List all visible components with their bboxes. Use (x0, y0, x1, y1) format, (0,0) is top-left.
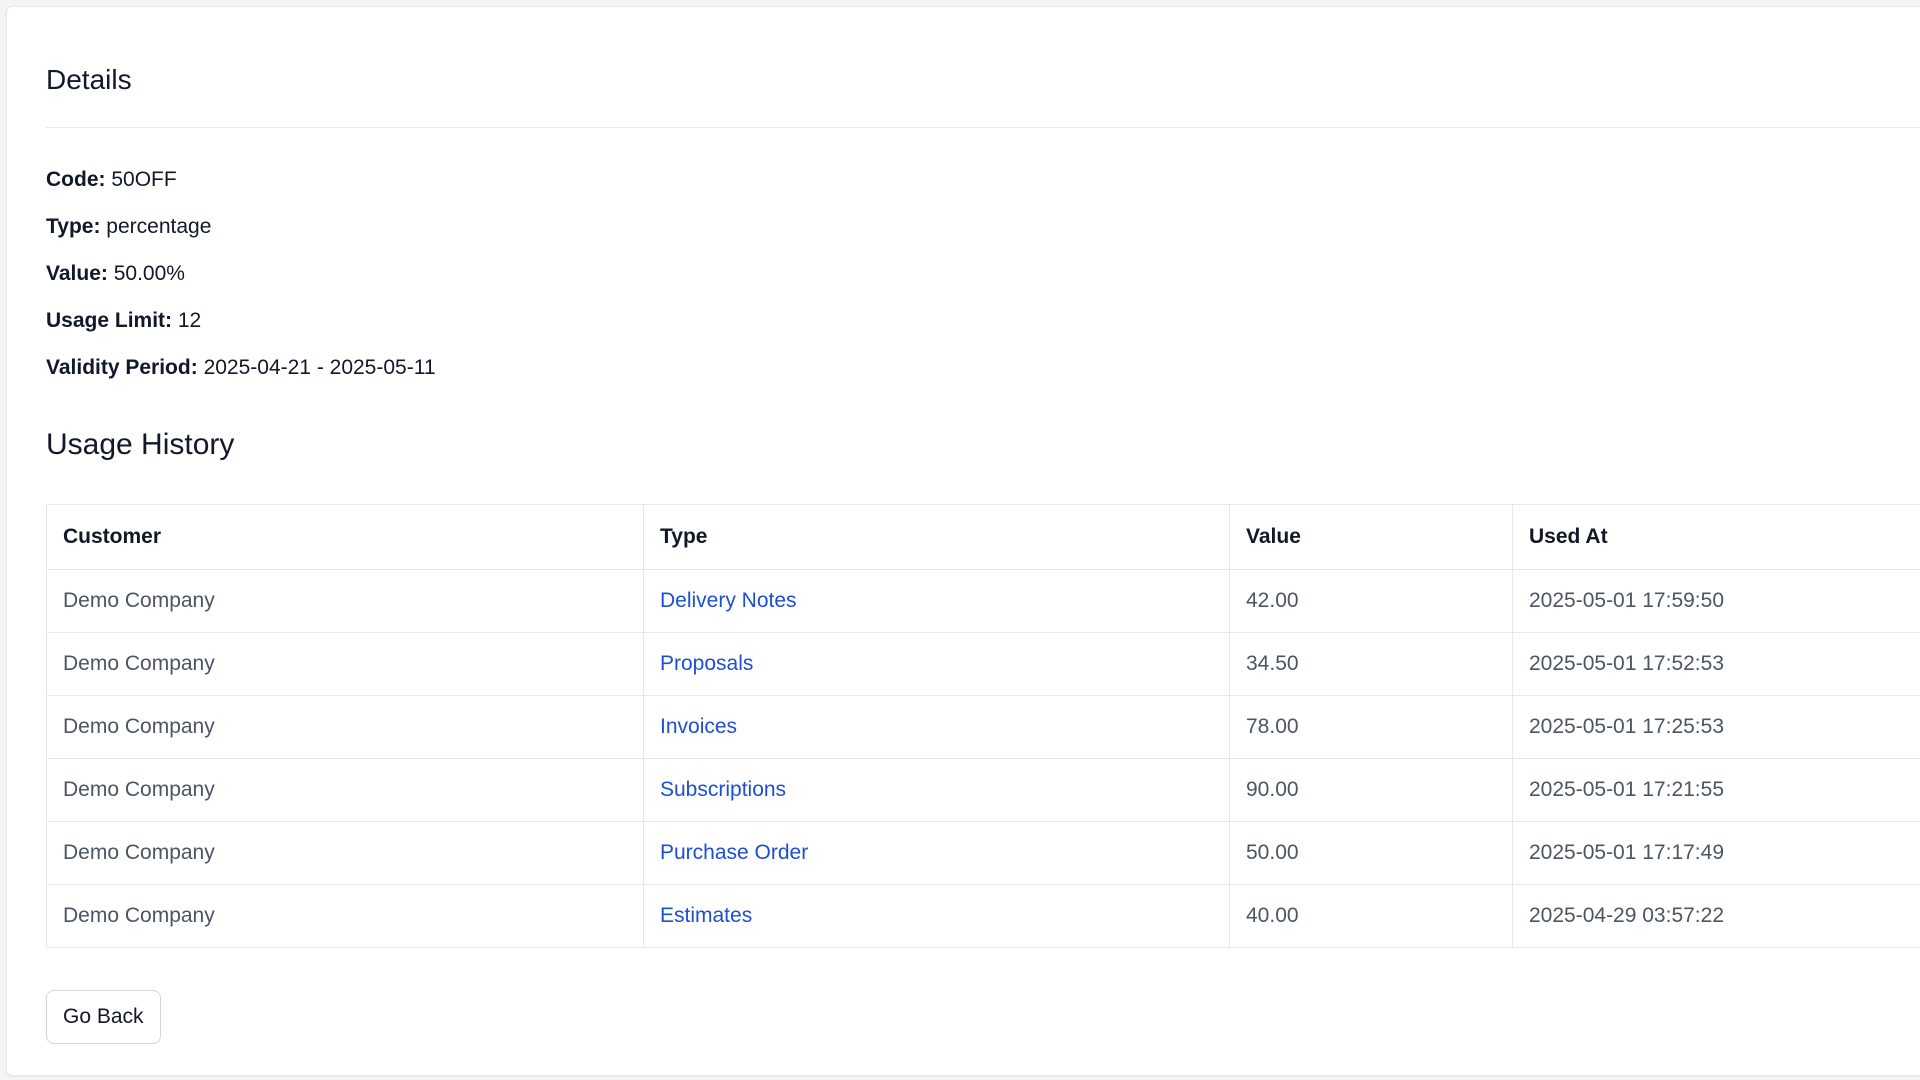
table-row: Demo Company Subscriptions 90.00 2025-05… (46, 758, 1920, 822)
cell-customer: Demo Company (46, 695, 644, 759)
detail-code: Code: 50OFF (46, 165, 436, 212)
cell-type: Invoices (643, 695, 1230, 759)
usage-history-title: Usage History (46, 428, 235, 461)
cell-type: Proposals (643, 632, 1230, 696)
cell-value: 50.00 (1229, 821, 1513, 885)
detail-value: 2025-04-21 - 2025-05-11 (203, 356, 436, 379)
detail-value: 50OFF (111, 168, 177, 191)
type-link[interactable]: Delivery Notes (660, 589, 797, 612)
detail-label: Code: (46, 168, 106, 191)
column-header-customer: Customer (46, 504, 644, 570)
details-title: Details (46, 64, 132, 95)
cell-value: 90.00 (1229, 758, 1513, 822)
detail-usage-limit: Usage Limit: 12 (46, 306, 436, 353)
detail-label: Type: (46, 215, 101, 238)
card-header: Details (46, 7, 1920, 128)
table-row: Demo Company Purchase Order 50.00 2025-0… (46, 821, 1920, 885)
type-link[interactable]: Subscriptions (660, 778, 786, 801)
type-link[interactable]: Purchase Order (660, 841, 808, 864)
cell-type: Delivery Notes (643, 569, 1230, 633)
coupon-details-card: Details Code: 50OFF Type: percentage Val… (6, 6, 1920, 1076)
detail-label: Value: (46, 262, 108, 285)
table-row: Demo Company Invoices 78.00 2025-05-01 1… (46, 695, 1920, 759)
cell-value: 34.50 (1229, 632, 1513, 696)
cell-customer: Demo Company (46, 569, 644, 633)
detail-value: 50.00% (113, 262, 185, 285)
cell-customer: Demo Company (46, 632, 644, 696)
detail-label: Validity Period: (46, 356, 198, 379)
cell-used-at: 2025-05-01 17:59:50 (1512, 569, 1920, 633)
table-header-row: Customer Type Value Used At (46, 504, 1920, 570)
column-header-used-at: Used At (1512, 504, 1920, 570)
cell-used-at: 2025-05-01 17:21:55 (1512, 758, 1920, 822)
cell-value: 42.00 (1229, 569, 1513, 633)
cell-type: Estimates (643, 884, 1230, 948)
column-header-value: Value (1229, 504, 1513, 570)
cell-used-at: 2025-04-29 03:57:22 (1512, 884, 1920, 948)
table-row: Demo Company Estimates 40.00 2025-04-29 … (46, 884, 1920, 948)
detail-validity-period: Validity Period: 2025-04-21 - 2025-05-11 (46, 353, 436, 400)
cell-customer: Demo Company (46, 821, 644, 885)
cell-used-at: 2025-05-01 17:17:49 (1512, 821, 1920, 885)
column-header-type: Type (643, 504, 1230, 570)
cell-type: Subscriptions (643, 758, 1230, 822)
type-link[interactable]: Estimates (660, 904, 752, 927)
table-row: Demo Company Delivery Notes 42.00 2025-0… (46, 569, 1920, 633)
detail-type: Type: percentage (46, 212, 436, 259)
table-row: Demo Company Proposals 34.50 2025-05-01 … (46, 632, 1920, 696)
detail-label: Usage Limit: (46, 309, 173, 332)
cell-customer: Demo Company (46, 884, 644, 948)
cell-customer: Demo Company (46, 758, 644, 822)
usage-history-table: Customer Type Value Used At Demo Company… (46, 504, 1920, 948)
cell-value: 40.00 (1229, 884, 1513, 948)
cell-type: Purchase Order (643, 821, 1230, 885)
detail-value: percentage (106, 215, 212, 238)
type-link[interactable]: Invoices (660, 715, 737, 738)
cell-value: 78.00 (1229, 695, 1513, 759)
details-list: Code: 50OFF Type: percentage Value: 50.0… (46, 165, 436, 400)
type-link[interactable]: Proposals (660, 652, 753, 675)
detail-value: 12 (177, 309, 202, 332)
cell-used-at: 2025-05-01 17:25:53 (1512, 695, 1920, 759)
cell-used-at: 2025-05-01 17:52:53 (1512, 632, 1920, 696)
go-back-button[interactable]: Go Back (46, 990, 161, 1044)
detail-value-row: Value: 50.00% (46, 259, 436, 306)
